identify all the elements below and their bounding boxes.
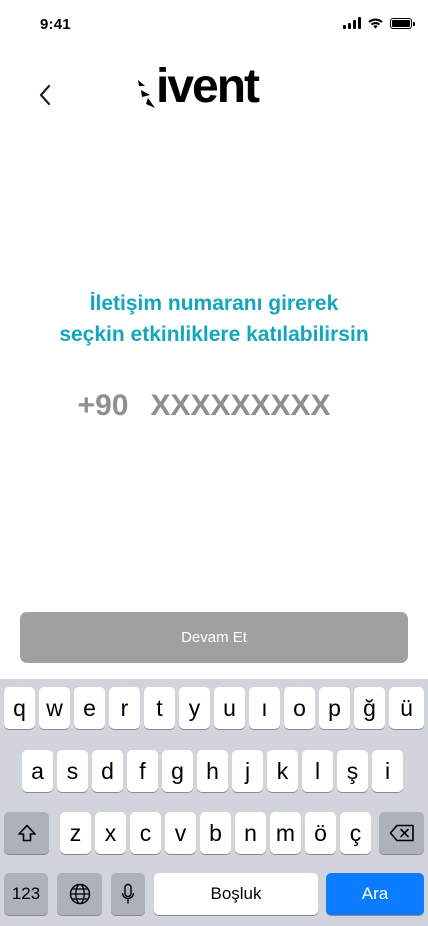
key-f[interactable]: f: [127, 750, 158, 792]
key-s-cedilla[interactable]: ş: [337, 750, 368, 792]
backspace-icon: [389, 824, 414, 842]
microphone-key[interactable]: [111, 873, 145, 915]
key-y[interactable]: y: [179, 687, 210, 729]
key-g-breve[interactable]: ğ: [354, 687, 385, 729]
key-c[interactable]: c: [130, 812, 161, 854]
back-button[interactable]: [30, 78, 60, 112]
shift-key[interactable]: [4, 812, 49, 854]
key-dotless-i[interactable]: ı: [249, 687, 280, 729]
key-p[interactable]: p: [319, 687, 350, 729]
key-i[interactable]: i: [372, 750, 403, 792]
key-u-umlaut[interactable]: ü: [389, 687, 424, 729]
globe-key[interactable]: [57, 873, 102, 915]
key-e[interactable]: e: [74, 687, 105, 729]
key-v[interactable]: v: [165, 812, 196, 854]
key-s[interactable]: s: [57, 750, 88, 792]
key-r[interactable]: r: [109, 687, 140, 729]
key-n[interactable]: n: [235, 812, 266, 854]
brand-wordmark: ivent: [156, 60, 260, 113]
keyboard: q w e r t y u ı o p ğ ü a s d f g h j k …: [0, 679, 428, 926]
battery-icon: [390, 17, 415, 29]
phone-number-row: +90: [0, 386, 428, 426]
key-j[interactable]: j: [232, 750, 263, 792]
key-h[interactable]: h: [197, 750, 228, 792]
globe-icon: [69, 883, 90, 905]
key-o-umlaut[interactable]: ö: [305, 812, 336, 854]
phone-number-input[interactable]: [150, 389, 351, 423]
key-w[interactable]: w: [39, 687, 70, 729]
key-b[interactable]: b: [200, 812, 231, 854]
key-x[interactable]: x: [95, 812, 126, 854]
continue-button[interactable]: Devam Et: [20, 612, 408, 663]
key-o[interactable]: o: [284, 687, 315, 729]
country-code[interactable]: +90: [78, 389, 129, 423]
headline: İletişim numaranı girerek seçkin etkinli…: [0, 288, 428, 350]
key-t[interactable]: t: [144, 687, 175, 729]
microphone-icon: [121, 883, 135, 904]
key-m[interactable]: m: [270, 812, 301, 854]
numbers-key[interactable]: 123: [4, 873, 48, 915]
status-bar: 9:41: [0, 0, 428, 50]
backspace-key[interactable]: [379, 812, 424, 854]
headline-line-1: İletişim numaranı girerek: [89, 292, 339, 315]
key-a[interactable]: a: [22, 750, 53, 792]
key-c-cedilla[interactable]: ç: [340, 812, 371, 854]
wifi-icon: [368, 18, 383, 29]
key-d[interactable]: d: [92, 750, 123, 792]
space-key[interactable]: Boşluk: [154, 873, 318, 915]
brand-logo: ivent: [136, 60, 260, 113]
key-k[interactable]: k: [267, 750, 298, 792]
status-time: 9:41: [40, 16, 71, 33]
status-icons: [343, 15, 415, 31]
key-q[interactable]: q: [4, 687, 35, 729]
key-l[interactable]: l: [302, 750, 333, 792]
cellular-signal-icon: [343, 17, 361, 29]
search-return-key[interactable]: Ara: [326, 873, 424, 915]
headline-line-2: seçkin etkinliklere katılabilirsin: [59, 323, 369, 346]
key-u[interactable]: u: [214, 687, 245, 729]
key-g[interactable]: g: [162, 750, 193, 792]
logo-mark-icon: [138, 80, 155, 108]
key-z[interactable]: z: [60, 812, 91, 854]
chevron-left-icon: [39, 84, 51, 106]
shift-icon: [17, 824, 36, 842]
